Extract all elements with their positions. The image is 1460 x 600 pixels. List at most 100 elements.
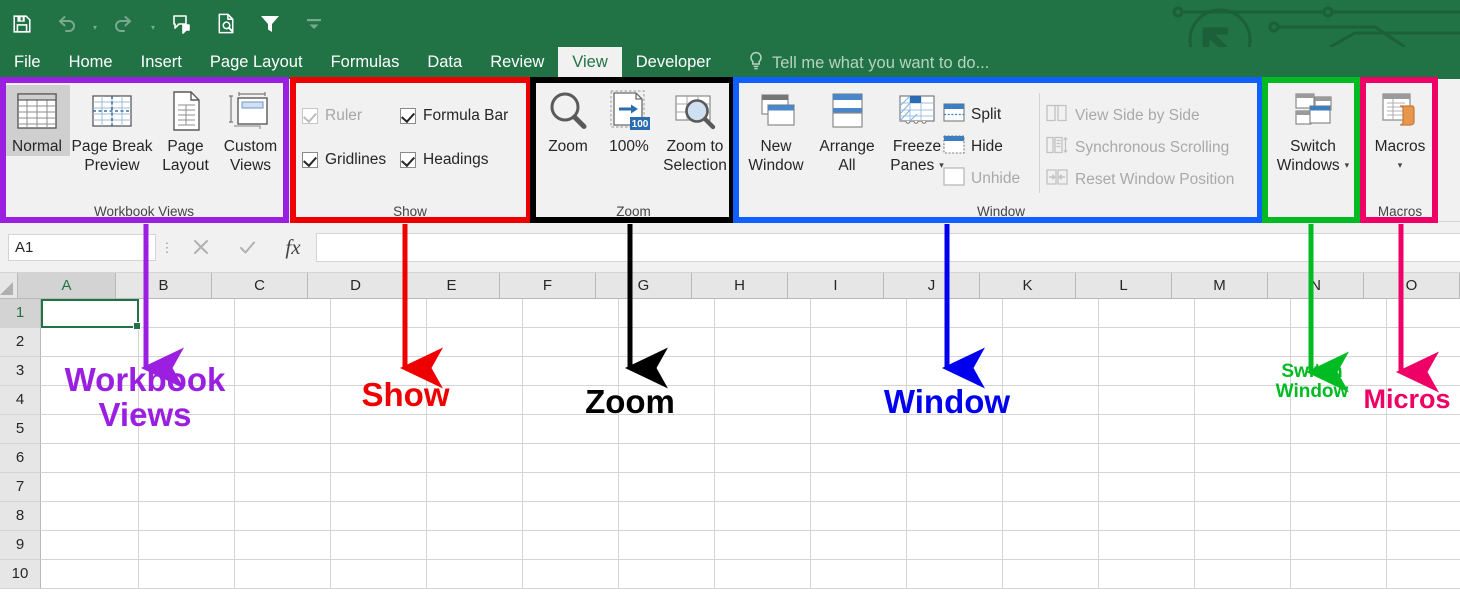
switch-windows-chevron-down-icon[interactable]: ▾ xyxy=(1345,156,1350,175)
cell-O5[interactable] xyxy=(1387,415,1460,444)
cell-B2[interactable] xyxy=(139,328,235,357)
cell-O8[interactable] xyxy=(1387,502,1460,531)
row-header-3[interactable]: 3 xyxy=(0,357,41,386)
cell-E9[interactable] xyxy=(427,531,523,560)
switch-windows-button[interactable]: Switch Windows ▾ xyxy=(1271,85,1355,175)
cell-K9[interactable] xyxy=(1003,531,1099,560)
cell-K10[interactable] xyxy=(1003,560,1099,589)
cell-F9[interactable] xyxy=(523,531,619,560)
cell-L2[interactable] xyxy=(1099,328,1195,357)
cell-G7[interactable] xyxy=(619,473,715,502)
cell-J9[interactable] xyxy=(907,531,1003,560)
cell-M6[interactable] xyxy=(1195,444,1291,473)
enter-check-icon[interactable] xyxy=(224,232,270,262)
save-icon[interactable] xyxy=(0,2,44,46)
column-header-C[interactable]: C xyxy=(212,273,308,299)
cell-F7[interactable] xyxy=(523,473,619,502)
cell-O6[interactable] xyxy=(1387,444,1460,473)
cell-D9[interactable] xyxy=(331,531,427,560)
cell-L5[interactable] xyxy=(1099,415,1195,444)
page-layout-button[interactable]: Page Layout xyxy=(154,85,217,175)
new-window-button[interactable]: New Window xyxy=(741,85,811,175)
cell-A10[interactable] xyxy=(41,560,139,589)
cell-E1[interactable] xyxy=(427,299,523,328)
cell-G1[interactable] xyxy=(619,299,715,328)
cell-M9[interactable] xyxy=(1195,531,1291,560)
cell-L8[interactable] xyxy=(1099,502,1195,531)
cell-K7[interactable] xyxy=(1003,473,1099,502)
reset-window-position-command[interactable]: Reset Window Position xyxy=(1045,167,1234,192)
cell-I2[interactable] xyxy=(811,328,907,357)
print-preview-icon[interactable] xyxy=(204,2,248,46)
tab-insert[interactable]: Insert xyxy=(127,47,196,79)
name-box-chevron-down-icon[interactable]: ▾ xyxy=(145,243,149,252)
column-header-F[interactable]: F xyxy=(500,273,596,299)
cell-G8[interactable] xyxy=(619,502,715,531)
column-header-E[interactable]: E xyxy=(404,273,500,299)
column-header-K[interactable]: K xyxy=(980,273,1076,299)
column-header-D[interactable]: D xyxy=(308,273,404,299)
zoom-button[interactable]: Zoom xyxy=(538,85,598,156)
column-headers[interactable]: ABCDEFGHIJKLMNO xyxy=(0,273,1460,299)
cell-K6[interactable] xyxy=(1003,444,1099,473)
cell-M5[interactable] xyxy=(1195,415,1291,444)
tab-home[interactable]: Home xyxy=(55,47,127,79)
cell-H10[interactable] xyxy=(715,560,811,589)
cell-O1[interactable] xyxy=(1387,299,1460,328)
cell-K3[interactable] xyxy=(1003,357,1099,386)
cell-A1[interactable] xyxy=(41,299,139,328)
checkbox-ruler[interactable]: Ruler xyxy=(302,107,362,125)
cell-J10[interactable] xyxy=(907,560,1003,589)
cell-A8[interactable] xyxy=(41,502,139,531)
zoom-100-button[interactable]: 100 100% xyxy=(598,85,660,156)
cell-C2[interactable] xyxy=(235,328,331,357)
row-header-8[interactable]: 8 xyxy=(0,502,41,531)
cell-J1[interactable] xyxy=(907,299,1003,328)
cancel-x-icon[interactable] xyxy=(178,232,224,262)
cell-F10[interactable] xyxy=(523,560,619,589)
row-header-10[interactable]: 10 xyxy=(0,560,41,589)
macros-chevron-down-icon[interactable]: ▾ xyxy=(1398,156,1403,175)
cell-M8[interactable] xyxy=(1195,502,1291,531)
cell-H1[interactable] xyxy=(715,299,811,328)
column-header-M[interactable]: M xyxy=(1172,273,1268,299)
cell-L6[interactable] xyxy=(1099,444,1195,473)
redo-icon[interactable] xyxy=(102,2,146,46)
row-header-4[interactable]: 4 xyxy=(0,386,41,415)
cell-L3[interactable] xyxy=(1099,357,1195,386)
cell-B9[interactable] xyxy=(139,531,235,560)
split-command[interactable]: Split xyxy=(943,103,1001,127)
cell-E10[interactable] xyxy=(427,560,523,589)
view-side-by-side-command[interactable]: View Side by Side xyxy=(1045,103,1200,128)
cell-D8[interactable] xyxy=(331,502,427,531)
undo-icon[interactable] xyxy=(44,2,88,46)
cell-F6[interactable] xyxy=(523,444,619,473)
cell-M10[interactable] xyxy=(1195,560,1291,589)
quick-access-toolbar[interactable]: ▾ ▾ xyxy=(0,0,336,47)
customize-qat-icon[interactable] xyxy=(292,2,336,46)
formula-input[interactable] xyxy=(316,233,1460,262)
row-headers[interactable]: 12345678910 xyxy=(0,299,41,589)
normal-view-button[interactable]: Normal xyxy=(4,85,70,156)
row-header-1[interactable]: 1 xyxy=(0,299,41,328)
cell-F3[interactable] xyxy=(523,357,619,386)
cell-I3[interactable] xyxy=(811,357,907,386)
cell-F8[interactable] xyxy=(523,502,619,531)
cell-E6[interactable] xyxy=(427,444,523,473)
tab-formulas[interactable]: Formulas xyxy=(317,47,414,79)
row-header-9[interactable]: 9 xyxy=(0,531,41,560)
cell-L9[interactable] xyxy=(1099,531,1195,560)
cell-O10[interactable] xyxy=(1387,560,1460,589)
cell-E2[interactable] xyxy=(427,328,523,357)
cell-L1[interactable] xyxy=(1099,299,1195,328)
cell-G2[interactable] xyxy=(619,328,715,357)
cell-N10[interactable] xyxy=(1291,560,1387,589)
cell-B1[interactable] xyxy=(139,299,235,328)
cell-I7[interactable] xyxy=(811,473,907,502)
cell-D10[interactable] xyxy=(331,560,427,589)
cell-B7[interactable] xyxy=(139,473,235,502)
cell-A6[interactable] xyxy=(41,444,139,473)
arrange-all-button[interactable]: Arrange All xyxy=(811,85,883,175)
cell-I8[interactable] xyxy=(811,502,907,531)
tell-me-search[interactable]: Tell me what you want to do... xyxy=(747,47,989,79)
